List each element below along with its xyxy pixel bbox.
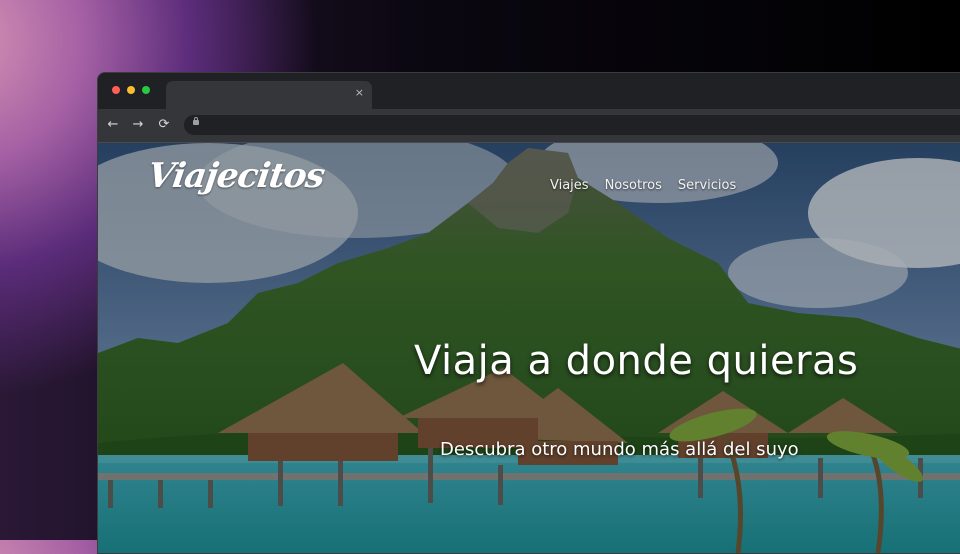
close-window-button[interactable] xyxy=(112,86,120,94)
hero-headline: Viaja a donde quieras xyxy=(414,338,859,384)
address-bar[interactable] xyxy=(184,115,960,135)
nav-link-servicios[interactable]: Servicios xyxy=(678,178,736,193)
browser-window: × ← → ⟳ Viajecitos Viajes Nosotros Servi… xyxy=(97,72,960,554)
site-logo[interactable]: Viajecitos xyxy=(145,156,326,196)
main-navigation: Viajes Nosotros Servicios xyxy=(550,178,736,193)
page-viewport: Viajecitos Viajes Nosotros Servicios Via… xyxy=(98,143,960,553)
tab-close-icon[interactable]: × xyxy=(355,86,364,100)
tab-bar: × xyxy=(98,73,960,109)
back-arrow-icon[interactable]: ← xyxy=(104,116,122,134)
window-controls xyxy=(112,86,150,94)
nav-link-nosotros[interactable]: Nosotros xyxy=(605,178,662,193)
reload-icon[interactable]: ⟳ xyxy=(155,116,173,134)
forward-arrow-icon[interactable]: → xyxy=(129,116,147,134)
minimize-window-button[interactable] xyxy=(127,86,135,94)
maximize-window-button[interactable] xyxy=(142,86,150,94)
nav-link-viajes[interactable]: Viajes xyxy=(550,178,589,193)
lock-icon xyxy=(193,117,199,125)
browser-tab[interactable]: × xyxy=(166,81,372,109)
hero-subheadline: Descubra otro mundo más allá del suyo xyxy=(440,439,799,460)
browser-toolbar: ← → ⟳ xyxy=(98,109,960,143)
